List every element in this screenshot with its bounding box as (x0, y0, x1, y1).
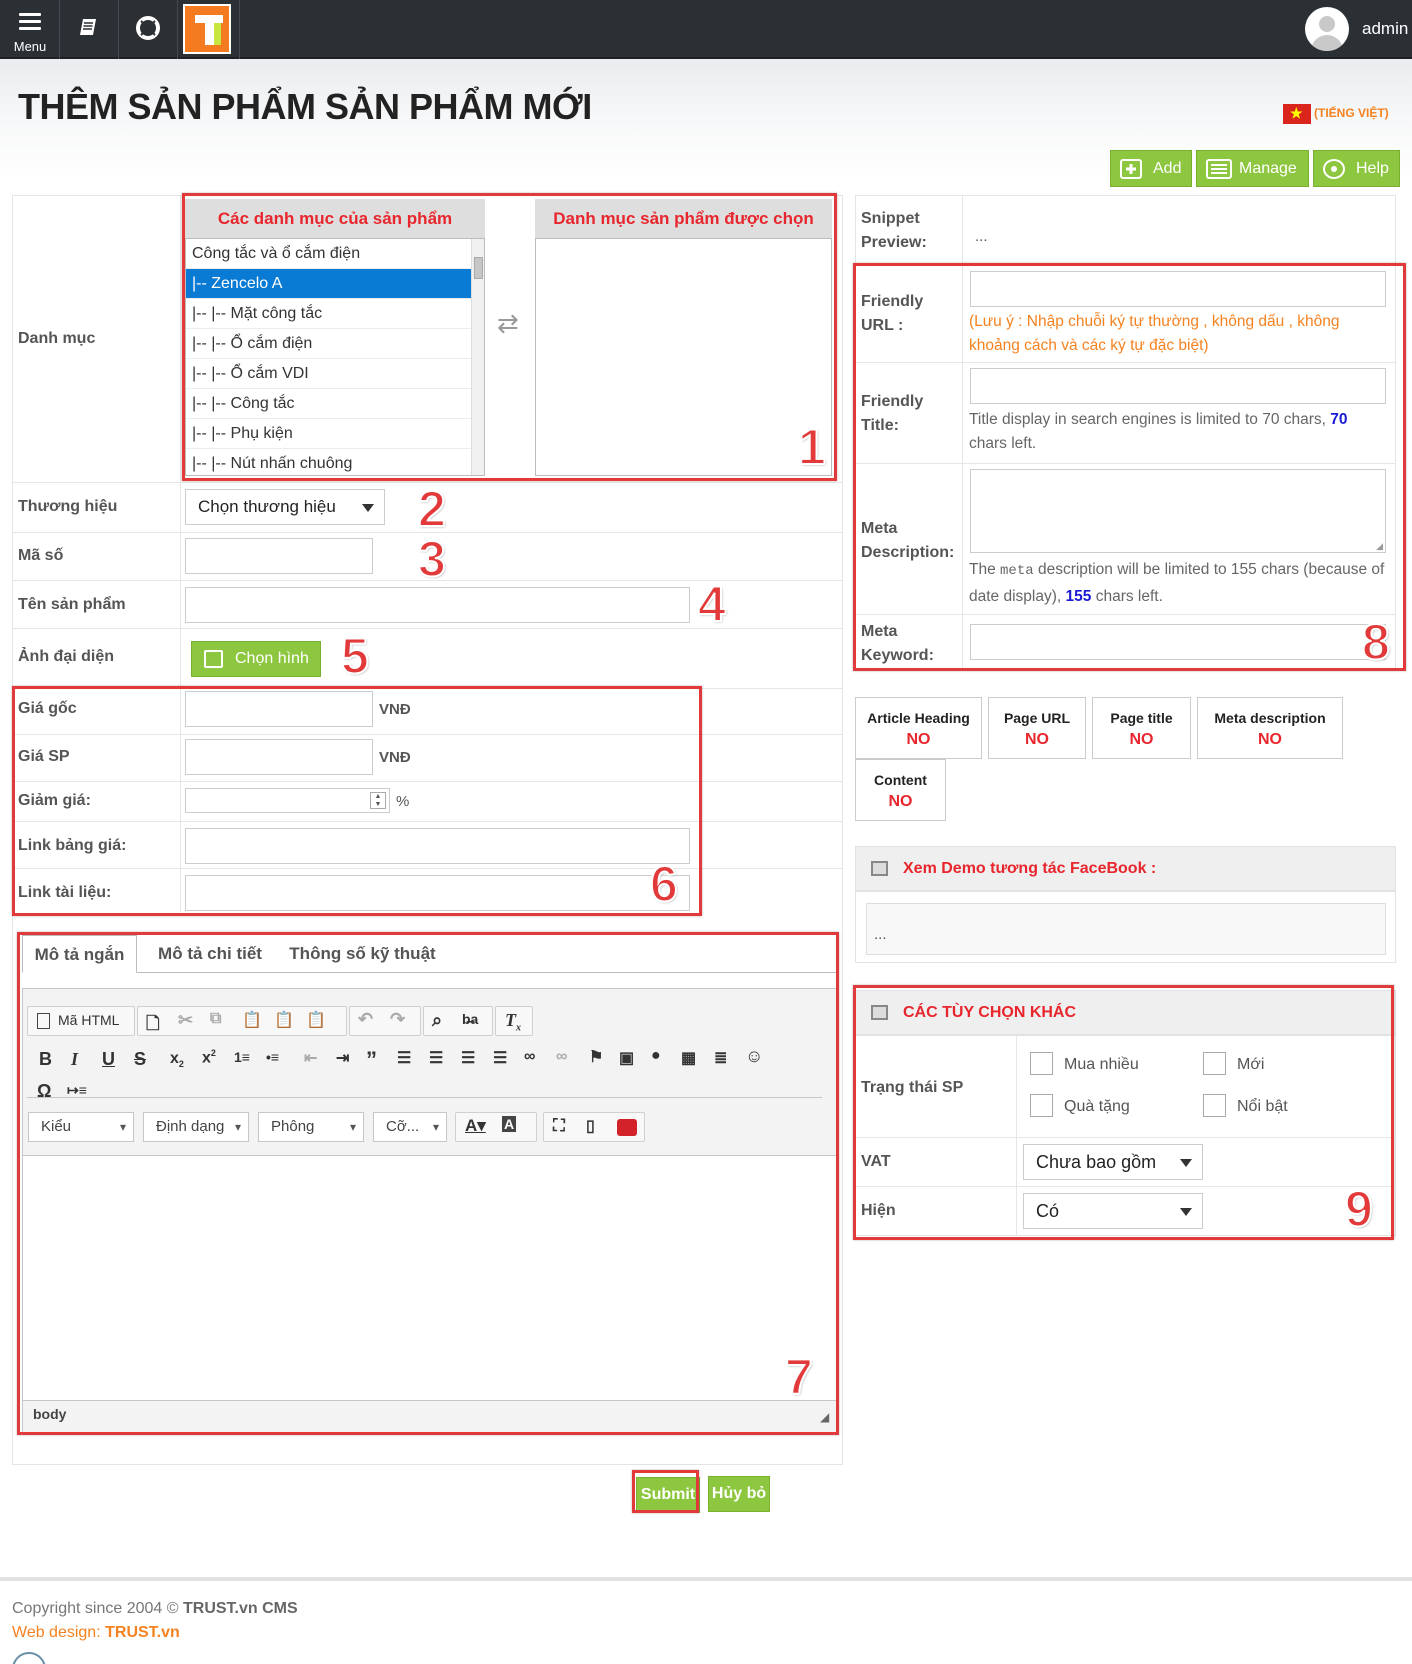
manage-button[interactable]: Manage (1196, 150, 1309, 187)
seo-check-page-title: Page title NO (1092, 697, 1191, 759)
annotation-number: 7 (784, 1348, 814, 1406)
annotation-box-9 (853, 985, 1394, 1240)
snippet-preview-label: Snippet Preview: (861, 210, 927, 251)
language-label: (TIẾNG VIỆT) (1314, 106, 1389, 121)
book-button[interactable] (60, 0, 119, 59)
user-name[interactable]: admin (1362, 19, 1408, 39)
footer-design-credit: Web design: TRUST.vn (12, 1624, 180, 1641)
menu-button[interactable]: Menu (0, 0, 60, 59)
code-label: Mã số (18, 547, 64, 564)
book-icon (60, 14, 118, 47)
snippet-preview: ... (975, 228, 988, 245)
seo-check-article-heading: Article Heading NO (855, 697, 982, 759)
cancel-button[interactable]: Hủy bỏ (708, 1476, 770, 1512)
trust-logo (183, 4, 231, 54)
seo-check-content: Content NO (855, 759, 946, 821)
annotation-box-8 (853, 263, 1406, 671)
product-name-input[interactable] (185, 587, 690, 623)
hamburger-icon (19, 13, 41, 34)
add-button[interactable]: Add (1110, 150, 1192, 187)
annotation-number: 8 (1361, 613, 1391, 671)
annotation-number: 4 (697, 575, 727, 633)
brand-select[interactable]: Chọn thương hiệu (185, 489, 385, 525)
list-icon (1206, 159, 1232, 179)
avatar[interactable] (1305, 7, 1349, 51)
language-switch[interactable]: (TIẾNG VIỆT) (1283, 104, 1389, 124)
footer-divider (0, 1577, 1412, 1581)
seo-check-page-url: Page URL NO (988, 697, 1086, 759)
facebook-preview: ... (866, 903, 1386, 955)
annotation-number: 1 (797, 418, 827, 476)
vietnam-flag-icon (1283, 104, 1311, 124)
image-icon (204, 650, 223, 668)
annotation-box-submit (632, 1470, 699, 1513)
facebook-demo-header[interactable]: Xem Demo tương tác FaceBook : (855, 846, 1396, 891)
code-input[interactable] (185, 538, 373, 574)
choose-image-button[interactable]: Chọn hình (191, 641, 321, 677)
trust-link[interactable]: TRUST.vn (105, 1624, 180, 1641)
lifebuoy-icon (119, 14, 177, 48)
home-logo-button[interactable] (178, 0, 240, 59)
annotation-box-7 (17, 932, 839, 1435)
thumbnail-label: Ảnh đại diện (18, 648, 114, 665)
page-title: THÊM SẢN PHẨM SẢN PHẨM MỚI (18, 86, 592, 127)
annotation-number: 3 (417, 530, 447, 588)
brand-label: Thương hiệu (18, 498, 118, 515)
product-name-label: Tên sản phẩm (18, 596, 126, 613)
annotation-box-6 (12, 686, 702, 916)
footer-copyright: Copyright since 2004 © TRUST.vn CMS (12, 1600, 298, 1617)
lifebuoy-icon (1323, 159, 1345, 179)
plus-icon (1120, 159, 1142, 179)
collapse-icon[interactable] (871, 861, 888, 876)
category-label: Danh mục (18, 330, 96, 347)
chevron-down-icon (362, 504, 374, 512)
footer-logo-icon (12, 1652, 46, 1664)
annotation-number: 9 (1344, 1180, 1374, 1238)
menu-label: Menu (13, 39, 47, 54)
annotation-box-1 (182, 193, 837, 481)
seo-check-meta-description: Meta description NO (1197, 697, 1343, 759)
help-button[interactable]: Help (1313, 150, 1400, 187)
top-navbar: Menu admin (0, 0, 1412, 59)
annotation-number: 5 (340, 627, 370, 685)
support-button[interactable] (119, 0, 178, 59)
annotation-number: 6 (649, 855, 679, 913)
